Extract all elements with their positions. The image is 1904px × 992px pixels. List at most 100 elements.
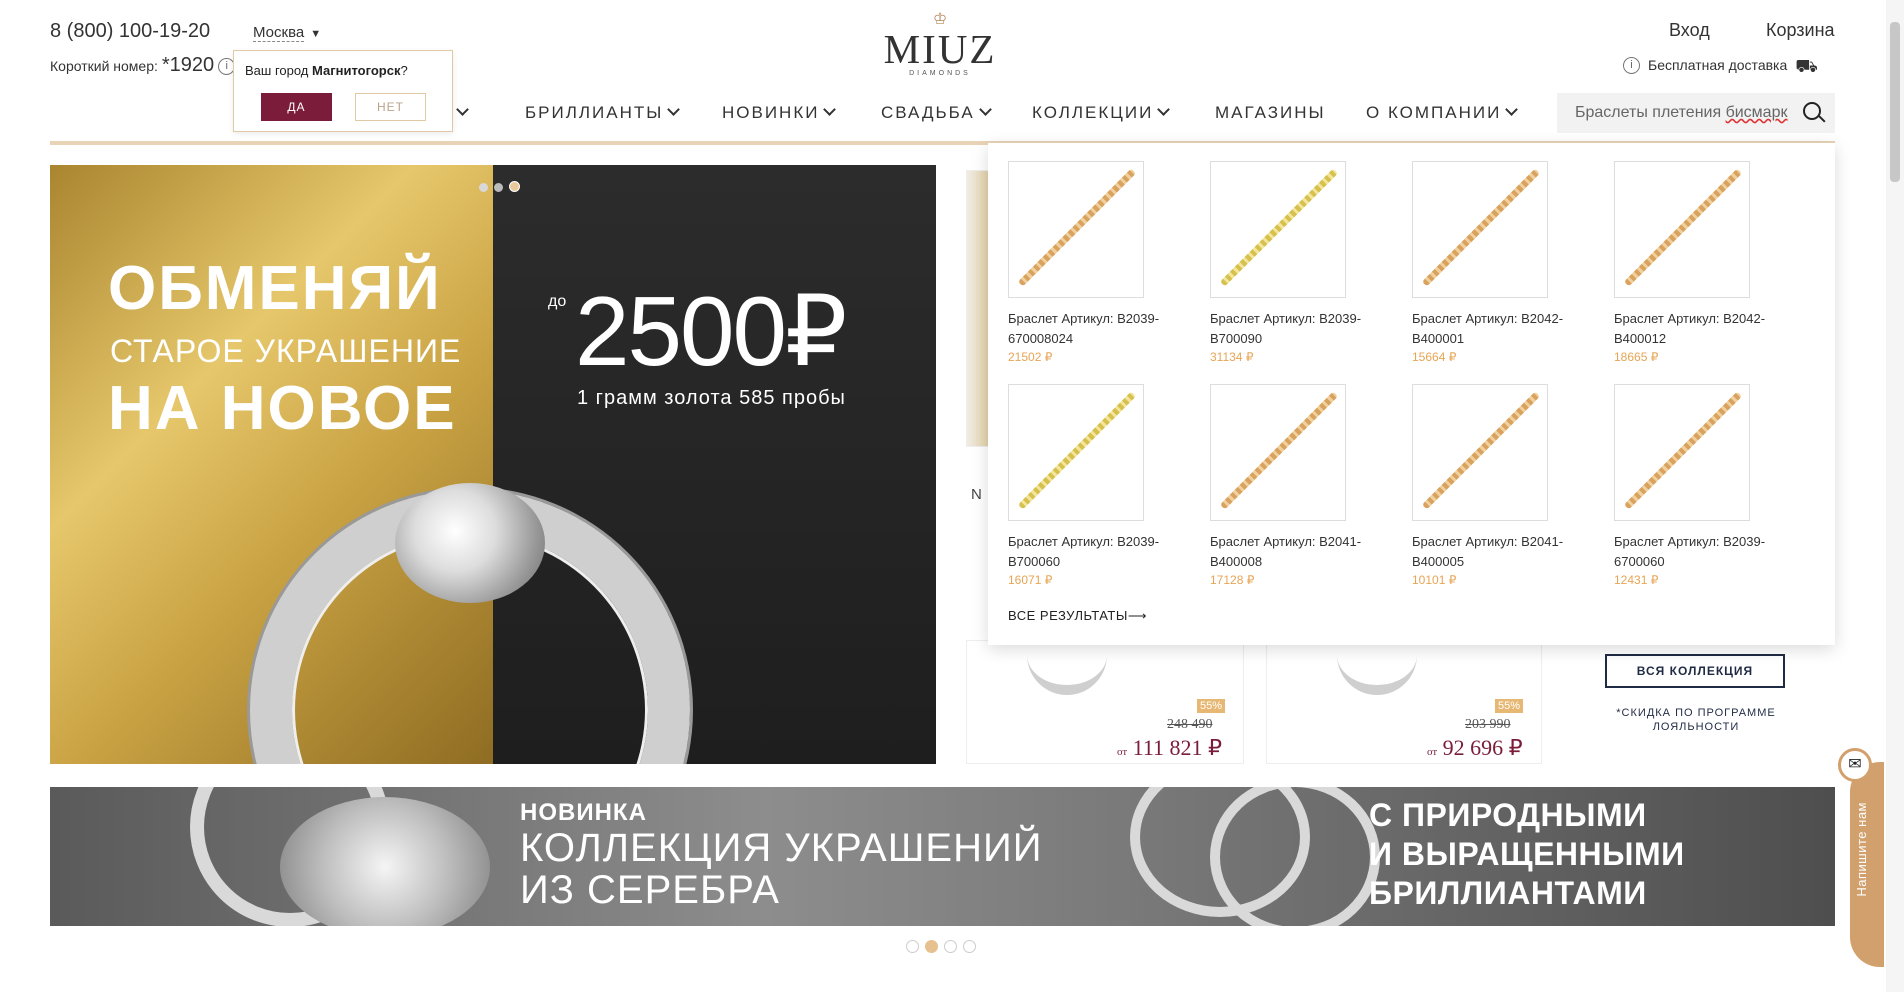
search-result-item[interactable]: Браслет Артикул: B2039-B700090 31134 ₽ xyxy=(1210,161,1380,364)
silver-collection-banner[interactable]: НОВИНКА КОЛЛЕКЦИЯ УКРАШЕНИЙ ИЗ СЕРЕБРА С… xyxy=(50,787,1835,926)
city-yes-button[interactable]: ДА xyxy=(261,93,332,121)
bracelet-chain xyxy=(1623,391,1743,510)
page-scrollbar[interactable] xyxy=(1886,0,1904,992)
nav-item-label: МАГАЗИНЫ xyxy=(1215,103,1326,122)
hero-dot-active[interactable] xyxy=(509,181,520,192)
result-price: 16071 ₽ xyxy=(1008,573,1053,587)
banner-dot[interactable] xyxy=(944,940,957,953)
result-title[interactable]: Браслет Артикул: B2039-670008024 xyxy=(1008,309,1176,349)
short-number: Короткий номер: *1920 i xyxy=(50,54,236,77)
bracelet-chain xyxy=(1421,168,1541,287)
site-logo[interactable]: ♔ MIUZ DIAMONDS xyxy=(880,12,1000,78)
hero-dot[interactable] xyxy=(479,183,488,192)
chevron-down-icon xyxy=(667,103,681,116)
banner-pagination xyxy=(906,940,982,958)
nav-item-label: КОЛЛЕКЦИИ xyxy=(1032,103,1154,122)
hero-banner[interactable]: ОБМЕНЯЙ СТАРОЕ УКРАШЕНИЕ НА НОВОЕ до 250… xyxy=(50,165,936,764)
result-title[interactable]: Браслет Артикул: B2041-B400005 xyxy=(1412,532,1580,572)
truck-icon: ⛟ xyxy=(1795,56,1818,76)
city-name[interactable]: Москва xyxy=(253,24,305,42)
discount-badge: 55% xyxy=(1495,699,1524,713)
nav-item-wedding[interactable]: СВАДЬБА xyxy=(881,103,992,123)
nav-item-label: О КОМПАНИИ xyxy=(1366,103,1502,122)
nav-item-about[interactable]: О КОМПАНИИ xyxy=(1366,103,1519,123)
discount-badge: 55% xyxy=(1197,699,1226,713)
envelope-icon[interactable]: ✉ xyxy=(1838,748,1872,782)
cart-link[interactable]: Корзина xyxy=(1766,20,1835,41)
nav-item-stores[interactable]: МАГАЗИНЫ xyxy=(1215,103,1326,123)
hero-line3: НА НОВОЕ xyxy=(108,374,457,443)
search-icon[interactable] xyxy=(1803,102,1821,120)
result-title[interactable]: Браслет Артикул: B2042-B400001 xyxy=(1412,309,1580,349)
new-price-line: от 111 821 ₽ xyxy=(1117,735,1222,761)
chevron-down-icon xyxy=(978,103,992,116)
banner-dot[interactable] xyxy=(906,940,919,953)
bracelet-chain xyxy=(1017,391,1137,510)
banner-dot[interactable] xyxy=(963,940,976,953)
nav-item-collections[interactable]: КОЛЛЕКЦИИ xyxy=(1032,103,1171,123)
write-us-widget[interactable]: ✉ Напишите нам xyxy=(1838,748,1884,967)
product-image xyxy=(1337,645,1417,695)
chevron-down-icon xyxy=(1157,103,1171,116)
result-title[interactable]: Браслет Артикул: B2039-6700060 xyxy=(1614,532,1782,572)
search-input[interactable]: Браслеты плетения бисмарк xyxy=(1557,93,1835,133)
hero-subtitle: 1 грамм золота 585 пробы xyxy=(577,387,846,409)
banner-collection-title: КОЛЛЕКЦИЯ УКРАШЕНИЙ ИЗ СЕРЕБРА xyxy=(520,827,1042,911)
search-result-item[interactable]: Браслет Артикул: B2042-B400001 15664 ₽ xyxy=(1412,161,1582,364)
loyalty-note-line2: ЛОЯЛЬНОСТИ xyxy=(1652,721,1740,733)
loyalty-note: *СКИДКА ПО ПРОГРАММЕ ЛОЯЛЬНОСТИ xyxy=(1596,706,1796,734)
phone-number[interactable]: 8 (800) 100-19-20 xyxy=(50,20,210,43)
free-delivery-label: Бесплатная доставка xyxy=(1648,57,1788,73)
short-number-value: *1920 xyxy=(161,54,215,76)
city-selector[interactable]: Москва ▼ xyxy=(253,24,321,42)
hero-line2: СТАРОЕ УКРАШЕНИЕ xyxy=(110,333,462,369)
search-value[interactable]: Браслеты плетения бисмарк xyxy=(1575,104,1787,122)
hero-dot[interactable] xyxy=(494,183,503,192)
new-price: 92 696 ₽ xyxy=(1442,735,1523,760)
bracelet-chain xyxy=(1219,391,1339,510)
login-link[interactable]: Вход xyxy=(1669,20,1710,41)
product-card[interactable]: 55% 248 490 от 111 821 ₽ xyxy=(966,640,1244,764)
search-result-item[interactable]: Браслет Артикул: B2041-B400005 10101 ₽ xyxy=(1412,384,1582,587)
result-title[interactable]: Браслет Артикул: B2039-B700060 xyxy=(1008,532,1176,572)
banner-dot-active[interactable] xyxy=(925,940,938,953)
search-result-item[interactable]: Браслет Артикул: B2039-670008024 21502 ₽ xyxy=(1008,161,1178,364)
result-title[interactable]: Браслет Артикул: B2041-B400008 xyxy=(1210,532,1378,572)
product-image xyxy=(1412,384,1548,521)
product-image xyxy=(1614,161,1750,298)
city-no-button[interactable]: НЕТ xyxy=(355,93,426,121)
price-from: от xyxy=(1117,746,1128,758)
new-price: 111 821 ₽ xyxy=(1132,735,1223,760)
search-results-dropdown: Браслет Артикул: B2039-670008024 21502 ₽… xyxy=(988,143,1835,645)
search-result-item[interactable]: Браслет Артикул: B2042-B400012 18665 ₽ xyxy=(1614,161,1784,364)
search-result-item[interactable]: Браслет Артикул: B2041-B400008 17128 ₽ xyxy=(1210,384,1380,587)
search-result-item[interactable]: Браслет Артикул: B2039-B700060 16071 ₽ xyxy=(1008,384,1178,587)
scrollbar-thumb[interactable] xyxy=(1890,22,1900,182)
product-image xyxy=(1614,384,1750,521)
chevron-down-icon xyxy=(1505,103,1519,116)
free-delivery[interactable]: i Бесплатная доставка ⛟ xyxy=(1623,56,1818,80)
result-title[interactable]: Браслет Артикул: B2039-B700090 xyxy=(1210,309,1378,349)
nav-item-diamonds[interactable]: БРИЛЛИАНТЫ xyxy=(525,103,681,123)
banner-right-line1: С ПРИРОДНЫМИ xyxy=(1369,797,1647,833)
hero-line1: ОБМЕНЯЙ xyxy=(108,254,442,323)
dropdown-triangle-icon[interactable]: ▼ xyxy=(310,28,321,40)
old-price: 248 490 xyxy=(1167,717,1213,732)
result-price: 18665 ₽ xyxy=(1614,350,1659,364)
promo-label-fragment: N xyxy=(971,486,982,503)
ring-image xyxy=(1210,787,1380,926)
short-number-label: Короткий номер: xyxy=(50,58,158,74)
all-collection-button[interactable]: ВСЯ КОЛЛЕКЦИЯ xyxy=(1605,654,1785,688)
city-question-prefix: Ваш город xyxy=(245,63,309,78)
loyalty-note-line1: *СКИДКА ПО ПРОГРАММЕ xyxy=(1616,707,1776,719)
search-value-misspelled: бисмарк xyxy=(1725,104,1788,121)
all-results-link[interactable]: ВСЕ РЕЗУЛЬТАТЫ⟶ xyxy=(1008,608,1147,624)
bracelet-chain xyxy=(1623,168,1743,287)
search-result-item[interactable]: Браслет Артикул: B2039-6700060 12431 ₽ xyxy=(1614,384,1784,587)
nav-item-new[interactable]: НОВИНКИ xyxy=(722,103,837,123)
banner-right-title: С ПРИРОДНЫМИ И ВЫРАЩЕННЫМИ БРИЛЛИАНТАМИ xyxy=(1369,796,1685,913)
logo-word: MIUZ xyxy=(883,26,997,72)
result-title[interactable]: Браслет Артикул: B2042-B400012 xyxy=(1614,309,1782,349)
product-card[interactable]: 55% 203 990 от 92 696 ₽ xyxy=(1266,640,1542,764)
promo-image-fragment xyxy=(966,170,990,447)
